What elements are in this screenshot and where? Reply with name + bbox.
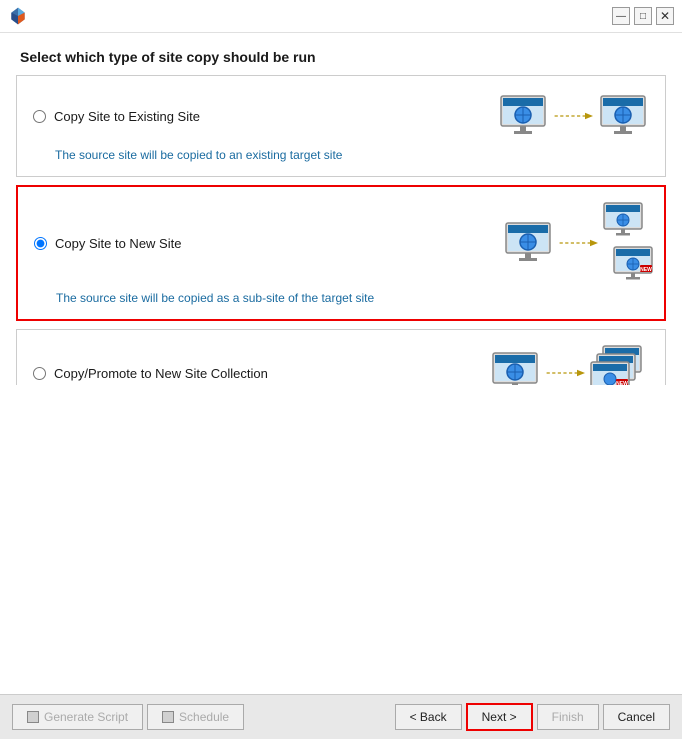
svg-text:NEW: NEW — [616, 381, 628, 385]
title-bar: — □ ✕ — [0, 0, 682, 33]
cancel-button[interactable]: Cancel — [603, 704, 670, 730]
option-desc-1: The source site will be copied to an exi… — [55, 148, 649, 162]
back-button[interactable]: < Back — [395, 704, 462, 730]
radio-copy-new[interactable] — [34, 237, 47, 250]
page-title: Select which type of site copy should be… — [0, 33, 682, 75]
monitor-source-3 — [489, 347, 541, 385]
generate-script-button[interactable]: Generate Script — [12, 704, 143, 730]
content-spacer — [0, 385, 682, 695]
svg-text:NEW: NEW — [640, 267, 652, 273]
monitor-collection-front: NEW — [589, 360, 635, 385]
monitor-target-top-2 — [602, 201, 648, 241]
radio-copy-existing[interactable] — [33, 110, 46, 123]
monitor-target-1 — [597, 90, 649, 142]
options-area: Copy Site to Existing Site — [0, 75, 682, 385]
generate-script-icon — [27, 711, 39, 723]
bottom-toolbar: Generate Script Schedule < Back Next > F… — [0, 694, 682, 739]
option-desc-2: The source site will be copied as a sub-… — [56, 291, 648, 305]
option-copy-new: Copy Site to New Site — [16, 185, 666, 321]
finish-button[interactable]: Finish — [537, 704, 599, 730]
arrow-3 — [545, 367, 585, 379]
minimize-button[interactable]: — — [612, 7, 630, 25]
arrow-2 — [558, 237, 598, 249]
illustration-2: NEW — [502, 201, 648, 285]
option-label-2[interactable]: Copy Site to New Site — [34, 236, 181, 251]
monitor-target-new-2: NEW — [612, 245, 658, 285]
next-button[interactable]: Next > — [466, 703, 533, 731]
main-content: Select which type of site copy should be… — [0, 33, 682, 694]
target-monitors-2: NEW — [602, 201, 648, 285]
option-copy-existing: Copy Site to Existing Site — [16, 75, 666, 177]
illustration-1 — [497, 90, 649, 142]
schedule-icon — [162, 711, 174, 723]
monitor-source-1 — [497, 90, 549, 142]
app-logo-icon — [8, 6, 28, 26]
option-copy-promote: Copy/Promote to New Site Collection — [16, 329, 666, 385]
site-collection-stack-3: NEW — [589, 344, 649, 385]
option-header-3: Copy/Promote to New Site Collection — [33, 344, 649, 385]
arrow-1 — [553, 110, 593, 122]
title-bar-controls[interactable]: — □ ✕ — [612, 7, 674, 25]
option-label-1[interactable]: Copy Site to Existing Site — [33, 109, 200, 124]
radio-copy-promote[interactable] — [33, 367, 46, 380]
title-bar-left — [8, 6, 28, 26]
monitor-source-2 — [502, 217, 554, 269]
option-header-2: Copy Site to New Site — [34, 201, 648, 285]
schedule-button[interactable]: Schedule — [147, 704, 244, 730]
option-header-1: Copy Site to Existing Site — [33, 90, 649, 142]
illustration-3: NEW — [489, 344, 649, 385]
option-label-3[interactable]: Copy/Promote to New Site Collection — [33, 366, 268, 381]
maximize-button[interactable]: □ — [634, 7, 652, 25]
close-button[interactable]: ✕ — [656, 7, 674, 25]
